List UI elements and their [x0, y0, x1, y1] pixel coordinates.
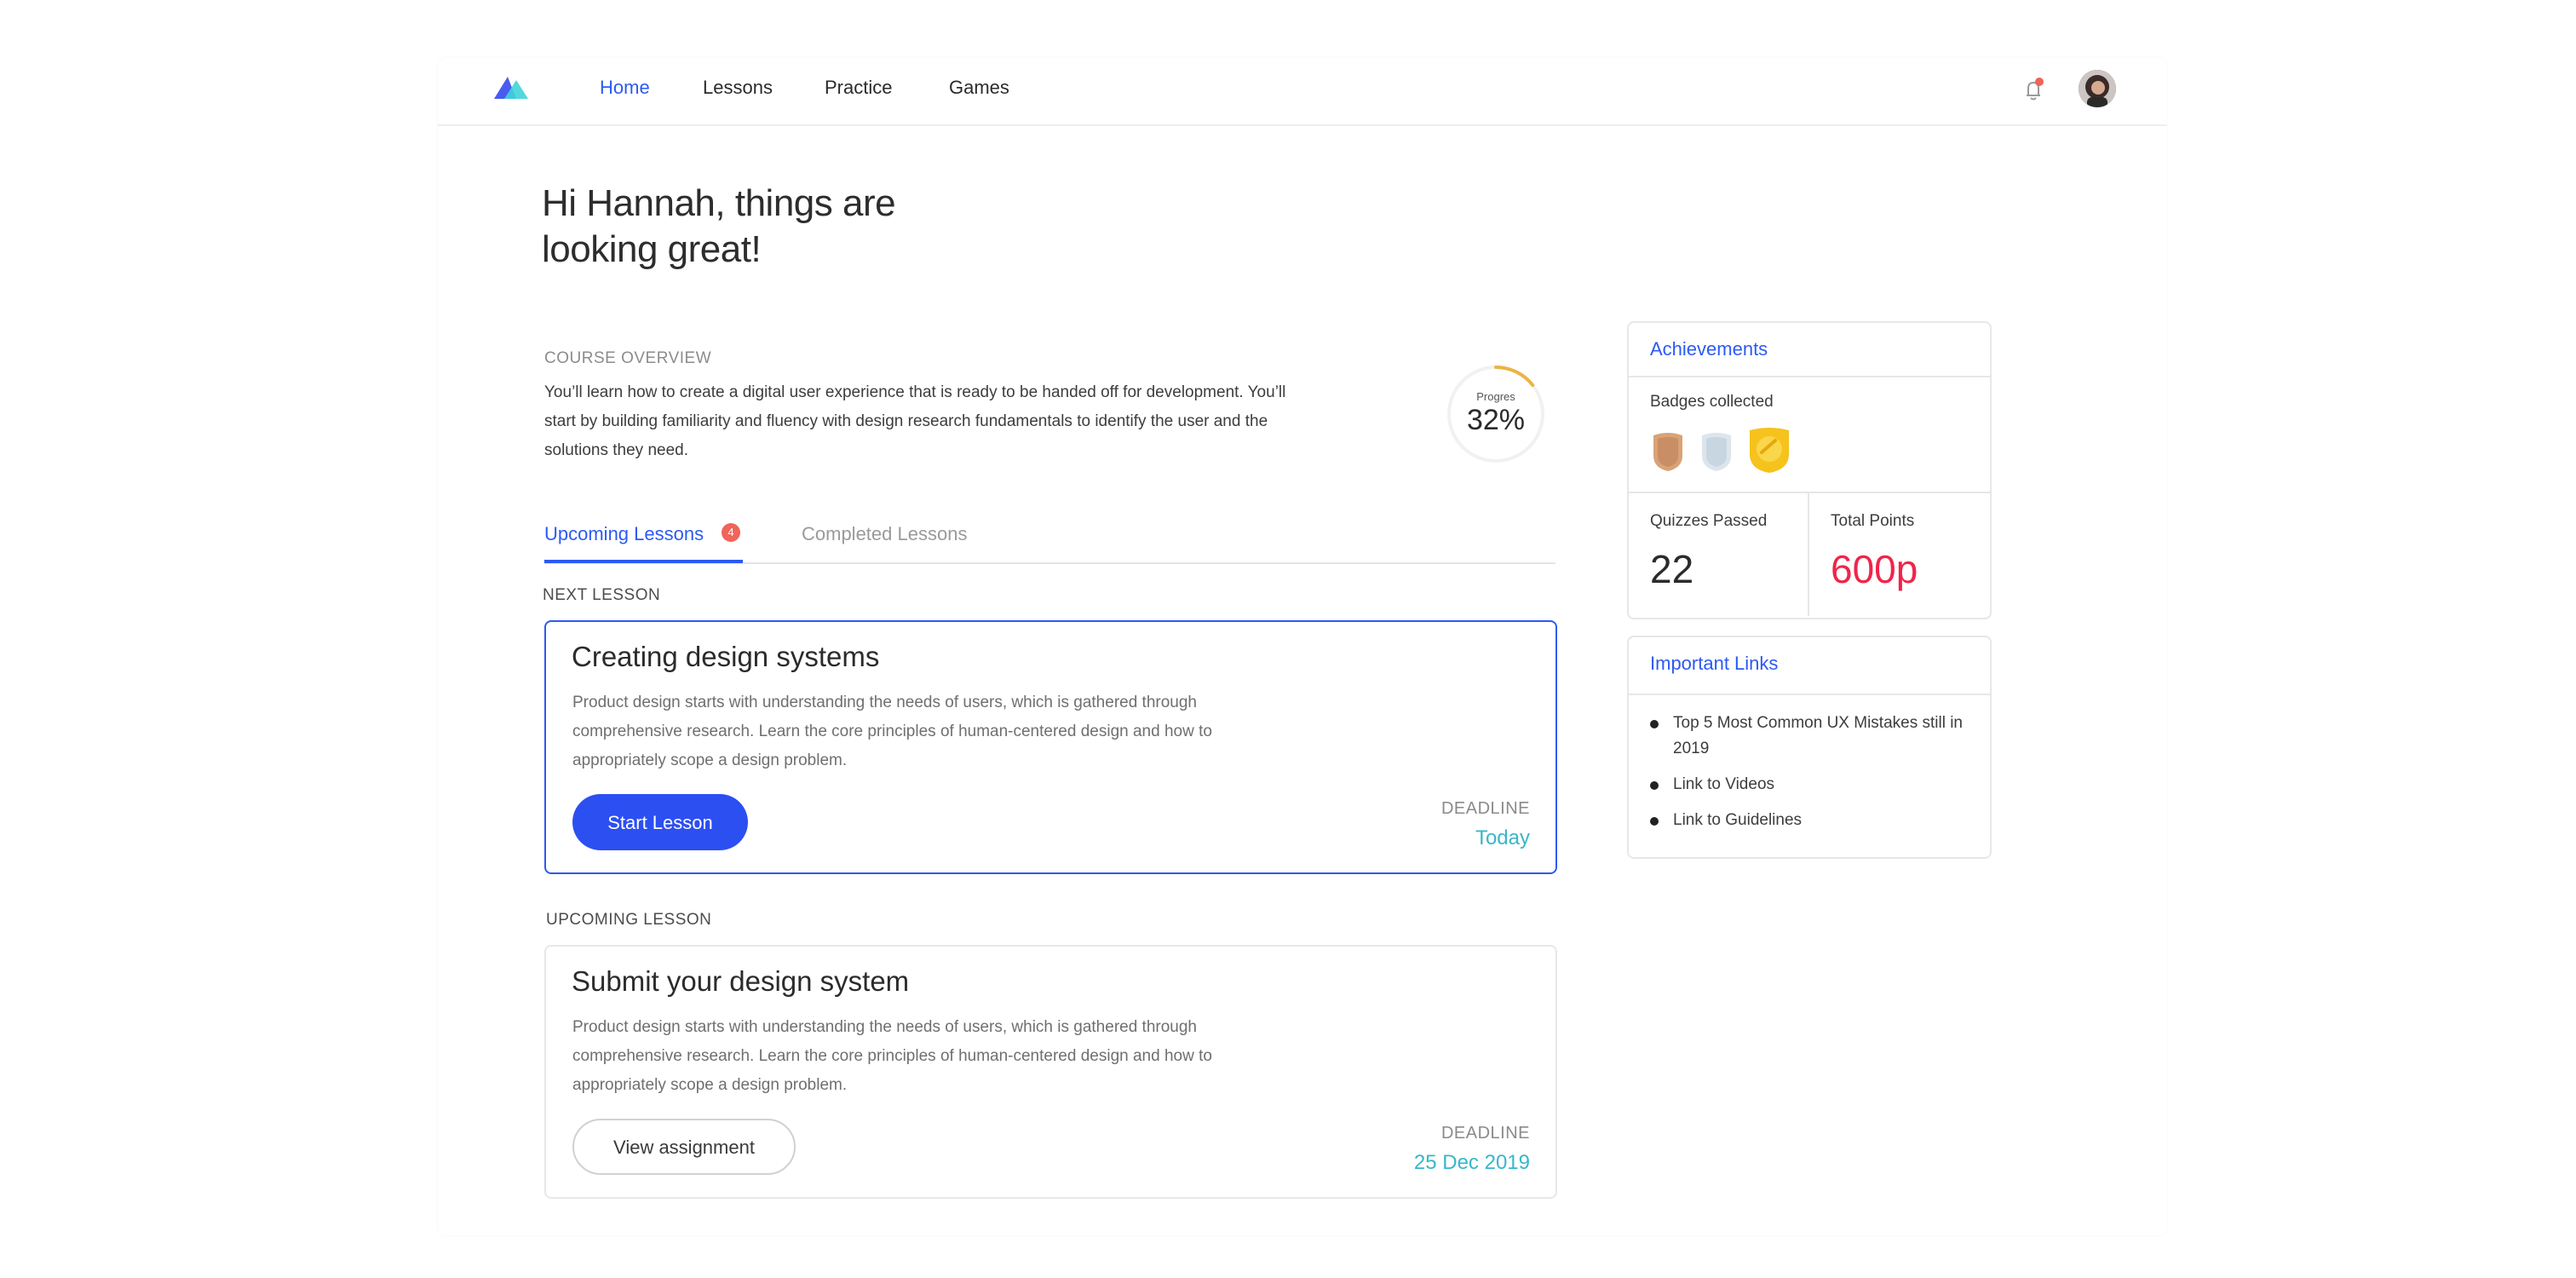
badges-label: Badges collected	[1650, 393, 1774, 411]
silver-badge-icon	[1702, 433, 1731, 471]
upcoming-lesson-label: UPCOMING LESSON	[546, 911, 712, 929]
links-list: Top 5 Most Common UX Mistakes still in 2…	[1650, 711, 1974, 843]
progress-label: Progres	[1476, 390, 1515, 403]
important-links-card: Important Links Top 5 Most Common UX Mis…	[1627, 636, 1992, 859]
next-lesson-label: NEXT LESSON	[543, 586, 661, 604]
greeting-line-2: looking great!	[542, 228, 762, 270]
course-overview-text: You’ll learn how to create a digital use…	[544, 383, 1286, 459]
tab-upcoming-label: Upcoming Lessons	[544, 523, 704, 544]
nav-home[interactable]: Home	[600, 77, 650, 99]
view-assignment-button[interactable]: View assignment	[572, 1119, 796, 1175]
divider	[1629, 376, 1990, 377]
nav-games[interactable]: Games	[949, 77, 1009, 99]
important-links-title[interactable]: Important Links	[1650, 653, 1778, 675]
upcoming-count-badge: 4	[722, 523, 740, 542]
gold-badge-icon	[1750, 428, 1789, 473]
stats-divider	[1808, 493, 1809, 616]
divider	[1629, 492, 1990, 493]
deadline-label: DEADLINE	[1440, 1124, 1530, 1143]
avatar[interactable]	[2079, 70, 2116, 107]
tab-completed-lessons[interactable]: Completed Lessons	[802, 523, 967, 545]
lesson-title: Creating design systems	[572, 641, 880, 672]
start-lesson-button[interactable]: Start Lesson	[572, 794, 748, 850]
lesson-title: Submit your design system	[572, 965, 910, 997]
nav-lessons[interactable]: Lessons	[703, 77, 773, 99]
deadline-label: DEADLINE	[1440, 799, 1530, 818]
next-lesson-card: Creating design systems Product design s…	[544, 620, 1557, 874]
tab-upcoming-lessons[interactable]: Upcoming Lessons	[544, 523, 704, 545]
notification-dot	[2035, 78, 2044, 86]
tab-completed-label: Completed Lessons	[802, 523, 968, 544]
progress-value: 32%	[1466, 404, 1526, 436]
upcoming-lesson-card: Submit your design system Product design…	[544, 945, 1557, 1199]
divider	[1629, 694, 1990, 695]
quizzes-value: 22	[1650, 547, 1694, 591]
lesson-tabs: Upcoming Lessons 4 Completed Lessons	[544, 515, 1555, 564]
progress-ring: Progres 32%	[1446, 365, 1545, 463]
course-overview-label: COURSE OVERVIEW	[544, 349, 712, 367]
link-item[interactable]: Link to Videos	[1650, 772, 1974, 797]
deadline-value: 25 Dec 2019	[1413, 1151, 1530, 1174]
logo-icon[interactable]	[491, 73, 530, 102]
points-value: 600p	[1831, 547, 1918, 591]
achievements-card: Achievements Badges collected Quizzes Pa…	[1627, 321, 1992, 619]
achievements-title[interactable]: Achievements	[1650, 338, 1768, 360]
link-item[interactable]: Link to Guidelines	[1650, 808, 1974, 833]
lesson-description: Product design starts with understanding…	[572, 1018, 1212, 1094]
top-navbar: Home Lessons Practice Games	[438, 58, 2167, 126]
deadline-value: Today	[1475, 826, 1530, 849]
quizzes-label: Quizzes Passed	[1650, 512, 1768, 530]
link-item[interactable]: Top 5 Most Common UX Mistakes still in 2…	[1650, 711, 1974, 762]
lesson-description: Product design starts with understanding…	[572, 694, 1212, 769]
points-label: Total Points	[1831, 512, 1915, 530]
bell-icon[interactable]	[2021, 75, 2046, 106]
greeting-line-1: Hi Hannah, things are	[542, 182, 896, 224]
nav-practice[interactable]: Practice	[825, 77, 892, 99]
bronze-badge-icon	[1653, 433, 1682, 471]
page-title: Hi Hannah, things are looking great!	[542, 181, 1019, 273]
active-tab-indicator	[544, 560, 743, 563]
